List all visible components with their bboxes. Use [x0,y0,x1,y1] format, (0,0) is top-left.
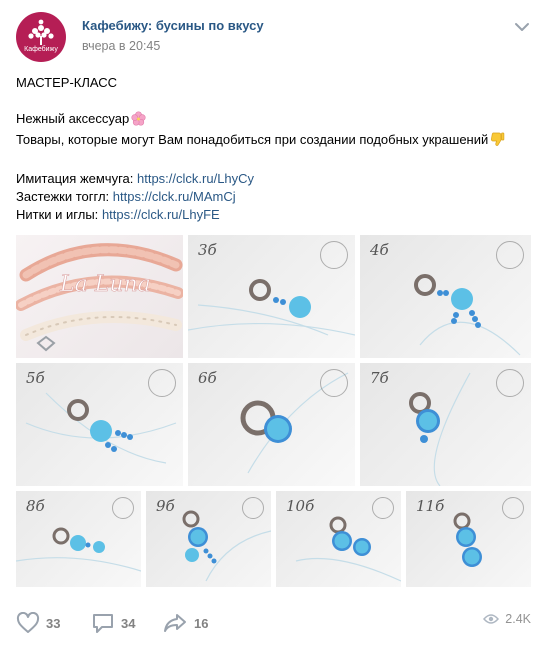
watermark-icon [496,369,524,397]
share-count: 16 [194,615,209,631]
watermark-icon [502,497,524,519]
step-label: 9б [156,497,175,515]
avatar[interactable]: Кафебижу [16,12,66,62]
share-icon [164,614,186,632]
link-pearls[interactable]: https://clck.ru/LhyCy [137,171,254,186]
watermark-icon [320,241,348,269]
chevron-down-icon[interactable] [513,20,531,34]
watermark-icon [496,241,524,269]
views-count: 2.4K [505,612,531,626]
share-button[interactable]: 16 [162,612,208,634]
step-label: 4б [370,241,389,259]
post-footer: 33 34 16 2.4K [16,612,531,648]
photo-step-3[interactable]: 3б [188,235,355,358]
avatar-label: Кафебижу [24,46,58,53]
cherry-blossom-icon [131,111,146,131]
link-line-threads: Нитки и иглы: https://clck.ru/LhyFE [16,207,220,222]
post-card: Кафебижу Кафебижу: бусины по вкусу вчера… [0,0,547,655]
link-line-clasps: Застежки тоггл: https://clck.ru/MAmCj [16,189,236,204]
watermark-icon [148,369,176,397]
watermark-icon [112,497,134,519]
step-label: 8б [26,497,45,515]
thumbs-down-icon [490,131,505,152]
photo-cover[interactable]: La Luna [16,235,183,358]
photo-step-7[interactable]: 7б [360,363,531,486]
watermark-icon [372,497,394,519]
link-line-pearls: Имитация жемчуга: https://clck.ru/LhyCy [16,171,255,186]
views-counter: 2.4K [483,612,531,626]
photo-step-6[interactable]: 6б [188,363,355,486]
photo-step-4[interactable]: 4б [360,235,531,358]
photo-step-11[interactable]: 11б [406,491,531,587]
watermark-icon [242,497,264,519]
post-description: Товары, которые могут Вам понадобиться п… [16,132,489,147]
link-clasps[interactable]: https://clck.ru/MAmCj [113,189,236,204]
eye-icon [483,614,500,624]
photo-step-9[interactable]: 9б [146,491,271,587]
step-label: 6б [198,369,217,387]
step-label: 10б [286,497,315,515]
post-date[interactable]: вчера в 20:45 [82,39,160,53]
step-label: 5б [26,369,45,387]
watermark-icon [320,369,348,397]
post-text: МАСТЕР-КЛАСС Нежный аксессуар Товары, ко… [16,74,531,224]
tree-logo-icon [28,19,54,45]
photo-gallery: La Luna 3б 4б 5б 6б 7б 8б 9б 10б 11б [16,235,531,587]
like-button[interactable]: 33 [16,612,60,634]
comment-count: 34 [121,615,136,631]
photo-step-5[interactable]: 5б [16,363,183,486]
comment-icon [93,614,113,633]
link-threads[interactable]: https://clck.ru/LhyFE [102,207,220,222]
photo-step-10[interactable]: 10б [276,491,401,587]
post-header: Кафебижу Кафебижу: бусины по вкусу вчера… [16,12,531,62]
post-title: МАСТЕР-КЛАСС [16,75,118,90]
author-name[interactable]: Кафебижу: бусины по вкусу [82,18,264,33]
step-label: 7б [370,369,389,387]
post-subtitle: Нежный аксессуар [16,111,130,126]
heart-icon [16,612,40,633]
like-count: 33 [46,615,61,631]
photo-step-8[interactable]: 8б [16,491,141,587]
cover-watermark: La Luna [59,272,151,297]
step-label: 3б [198,241,217,259]
step-label: 11б [416,497,445,515]
comment-button[interactable]: 34 [91,612,135,634]
